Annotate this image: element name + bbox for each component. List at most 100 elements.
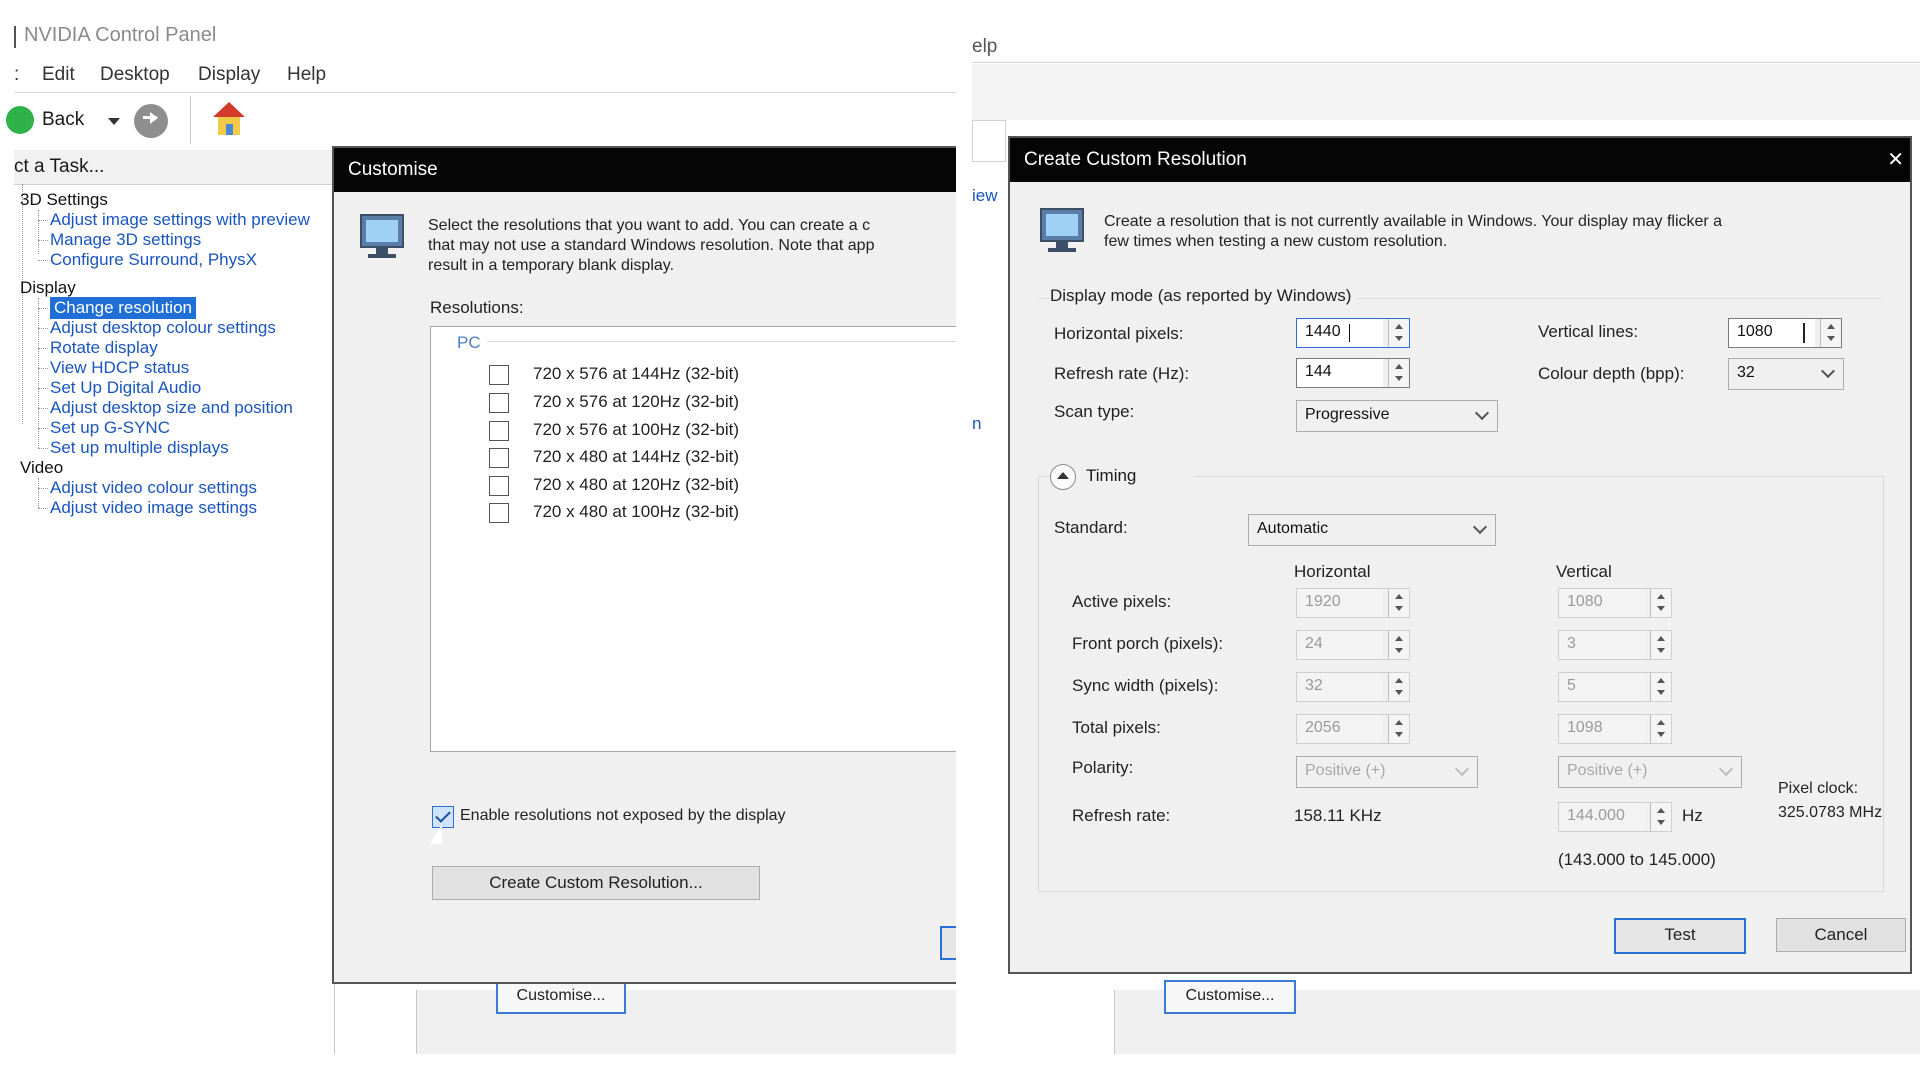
resolution-item: 720 x 576 at 100Hz (32-bit) xyxy=(533,420,740,439)
spinner-arrows xyxy=(1650,589,1671,617)
resolution-checkbox[interactable] xyxy=(489,421,509,441)
tree-item-adjust-desktop-size[interactable]: Adjust desktop size and position xyxy=(50,398,293,418)
spinner-arrows xyxy=(1650,673,1671,701)
refresh-range: (143.000 to 145.000) xyxy=(1558,850,1716,869)
tree-branch-line xyxy=(38,298,39,448)
vertical-lines-label: Vertical lines: xyxy=(1538,322,1639,341)
ibeam-cursor-icon xyxy=(1803,323,1805,343)
tree-item-rotate-display[interactable]: Rotate display xyxy=(50,338,158,358)
tree-category-video[interactable]: Video xyxy=(20,458,63,478)
vertical-refresh-input: 144.000 xyxy=(1558,802,1672,832)
enable-resolutions-label: Enable resolutions not exposed by the di… xyxy=(460,807,786,824)
tree-tick xyxy=(38,448,48,449)
create-custom-resolution-button[interactable]: Create Custom Resolution... xyxy=(432,866,760,900)
polarity-h-value: Positive (+) xyxy=(1305,762,1386,779)
horizontal-pixels-input[interactable]: 1440 xyxy=(1296,318,1410,348)
group-line xyxy=(487,341,956,342)
scan-type-value: Progressive xyxy=(1305,406,1390,423)
spinner-arrows xyxy=(1650,715,1671,743)
value: 24 xyxy=(1305,635,1323,652)
link-fragment[interactable]: n xyxy=(972,414,981,434)
vertical-lines-input[interactable]: 1080 xyxy=(1728,318,1842,348)
menu-display[interactable]: Display xyxy=(198,64,260,86)
polarity-v-select: Positive (+) xyxy=(1558,756,1742,788)
chevron-down-icon xyxy=(1472,519,1488,535)
spinner-arrows[interactable] xyxy=(1388,359,1409,387)
menu-divider xyxy=(972,62,1920,63)
active-pixels-label: Active pixels: xyxy=(1072,592,1172,611)
tree-category-3d-settings[interactable]: 3D Settings xyxy=(20,190,108,210)
text-caret xyxy=(1349,324,1350,342)
total-pixels-h: 2056 xyxy=(1296,714,1410,744)
resolution-item: 720 x 576 at 144Hz (32-bit) xyxy=(533,364,740,383)
value: 1920 xyxy=(1305,593,1341,610)
scan-type-select[interactable]: Progressive xyxy=(1296,400,1498,432)
resolution-checkbox[interactable] xyxy=(489,365,509,385)
tree-item-set-up-g-sync[interactable]: Set up G-SYNC xyxy=(50,418,170,438)
menu-help[interactable]: Help xyxy=(287,64,326,86)
cancel-button[interactable]: Cancel xyxy=(1776,918,1906,952)
menu-desktop[interactable]: Desktop xyxy=(100,64,170,86)
ok-button-partial[interactable] xyxy=(940,926,956,960)
back-label: Back xyxy=(42,109,85,130)
tree-tick xyxy=(38,368,48,369)
dialog-title-text: Create Custom Resolution xyxy=(1024,149,1247,170)
tree-tick xyxy=(38,428,48,429)
refresh-rate-input[interactable]: 144 xyxy=(1296,358,1410,388)
tree-category-display[interactable]: Display xyxy=(20,278,76,298)
chevron-down-icon xyxy=(1454,761,1470,777)
back-dropdown-icon[interactable] xyxy=(108,118,120,125)
home-icon[interactable] xyxy=(210,102,248,138)
tree-tick xyxy=(38,220,48,221)
value: 32 xyxy=(1305,677,1323,694)
back-button[interactable]: Back xyxy=(6,102,114,140)
test-button[interactable]: Test xyxy=(1614,918,1746,954)
spinner-arrows[interactable] xyxy=(1388,319,1409,347)
tree-item-adjust-video-colour[interactable]: Adjust video colour settings xyxy=(50,478,257,498)
tree-item-set-up-multiple-displays[interactable]: Set up multiple displays xyxy=(50,438,229,458)
view-link-fragment[interactable]: iew xyxy=(972,186,998,206)
close-icon[interactable]: ✕ xyxy=(1887,138,1904,182)
resolution-checkbox[interactable] xyxy=(489,503,509,523)
tree-item-adjust-image-settings[interactable]: Adjust image settings with preview xyxy=(50,210,310,230)
tree-item-set-up-digital-audio[interactable]: Set Up Digital Audio xyxy=(50,378,201,398)
resolution-checkbox[interactable] xyxy=(489,393,509,413)
tree-tick xyxy=(38,260,48,261)
chevron-down-icon xyxy=(1474,405,1490,421)
colour-depth-label: Colour depth (bpp): xyxy=(1538,364,1685,383)
background-customise-button[interactable]: Customise... xyxy=(1164,980,1296,1014)
tree-item-adjust-video-image[interactable]: Adjust video image settings xyxy=(50,498,257,518)
resolutions-list[interactable]: PC 720 x 576 at 144Hz (32-bit) 720 x 576… xyxy=(430,326,956,752)
create-custom-resolution-dialog: Create Custom Resolution ✕ Create a reso… xyxy=(1008,136,1912,974)
forward-icon[interactable] xyxy=(134,104,168,138)
spinner-arrows[interactable] xyxy=(1820,319,1841,347)
menu-fragment: : xyxy=(14,64,20,85)
customise-description: Select the resolutions that you want to … xyxy=(428,216,956,276)
menu-edit[interactable]: Edit xyxy=(42,64,75,86)
background-customise-button[interactable]: Customise... xyxy=(496,980,626,1014)
task-tree: 3D Settings Adjust image settings with p… xyxy=(14,184,335,1054)
tree-tick xyxy=(38,388,48,389)
timing-header[interactable]: Timing xyxy=(1050,464,1194,490)
collapse-icon[interactable] xyxy=(1050,464,1076,490)
description-line: Select the resolutions that you want to … xyxy=(428,217,871,234)
resolution-item: 720 x 480 at 144Hz (32-bit) xyxy=(533,447,740,466)
tree-item-manage-3d-settings[interactable]: Manage 3D settings xyxy=(50,230,201,250)
tree-item-change-resolution[interactable]: Change resolution xyxy=(50,297,196,319)
tree-item-configure-surround[interactable]: Configure Surround, PhysX xyxy=(50,250,257,270)
customise-dialog: Customise Select the resolutions that yo… xyxy=(332,146,956,984)
monitor-icon xyxy=(1040,208,1084,252)
resolutions-label: Resolutions: xyxy=(430,298,524,317)
resolution-checkbox[interactable] xyxy=(489,476,509,496)
resolution-item: 720 x 576 at 120Hz (32-bit) xyxy=(533,392,740,411)
colour-depth-select[interactable]: 32 xyxy=(1728,358,1844,390)
value: 2056 xyxy=(1305,719,1341,736)
active-pixels-v: 1080 xyxy=(1558,588,1672,618)
spinner-arrows xyxy=(1388,589,1409,617)
select-task-header: ct a Task... xyxy=(14,150,334,185)
side-tab xyxy=(972,120,1006,162)
resolution-checkbox[interactable] xyxy=(489,448,509,468)
standard-select[interactable]: Automatic xyxy=(1248,514,1496,546)
tree-item-view-hdcp-status[interactable]: View HDCP status xyxy=(50,358,189,378)
tree-item-adjust-desktop-colour[interactable]: Adjust desktop colour settings xyxy=(50,318,276,338)
